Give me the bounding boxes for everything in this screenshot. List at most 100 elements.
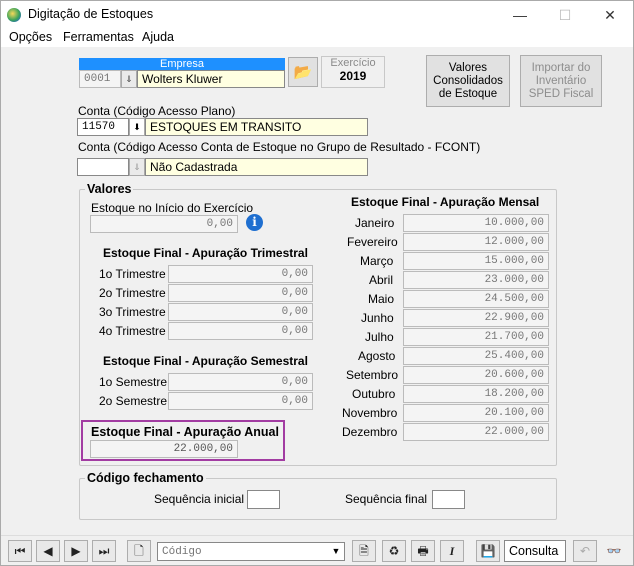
valores-consolidados-button[interactable]: Valores Consolidados de Estoque (426, 55, 510, 107)
semestre-2-field[interactable]: 0,00 (168, 392, 313, 410)
conta-label: Conta (Código Acesso Plano) (78, 104, 236, 118)
menu-ferramentas[interactable]: Ferramentas (63, 30, 134, 44)
dezembro-label: Dezembro (342, 425, 398, 439)
conta-fcont-lookup-button[interactable]: ⇓ (129, 158, 145, 176)
janeiro-field[interactable]: 10.000,00 (403, 214, 549, 232)
agosto-label: Agosto (358, 349, 396, 363)
print-icon[interactable]: 🖶 (411, 540, 435, 562)
maio-label: Maio (368, 292, 395, 306)
novembro-field[interactable]: 20.100,00 (403, 404, 549, 422)
folder-open-icon: 📂 (293, 63, 313, 81)
exercicio-label: Exercício (330, 57, 376, 69)
setembro-label: Setembro (346, 368, 399, 382)
minimize-button[interactable]: — (497, 1, 543, 29)
binoculars-icon[interactable]: 👓 (602, 540, 626, 562)
previous-record-icon[interactable]: ◀ (36, 540, 60, 562)
close-button[interactable]: ✕ (587, 1, 633, 29)
info-icon[interactable]: i (246, 214, 263, 231)
menu-ajuda[interactable]: Ajuda (142, 30, 174, 44)
fechamento-group-title: Código fechamento (85, 471, 206, 485)
marco-label: Março (360, 254, 394, 268)
outubro-field[interactable]: 18.200,00 (403, 385, 549, 403)
janeiro-label: Janeiro (355, 216, 395, 230)
recycle-icon[interactable]: ♻ (382, 540, 406, 562)
semestre-2-label: 2o Semestre (99, 394, 168, 408)
conta-fcont-name-field[interactable]: Não Cadastrada (145, 158, 368, 176)
dezembro-field[interactable]: 22.000,00 (403, 423, 549, 441)
empresa-name-field[interactable]: Wolters Kluwer (137, 70, 285, 88)
conta-code-field[interactable]: 11570 (77, 118, 129, 136)
save-icon[interactable]: 💾 (476, 540, 500, 562)
importar-line3: SPED Fiscal (528, 87, 594, 100)
fevereiro-label: Fevereiro (347, 235, 398, 249)
semestral-title: Estoque Final - Apuração Semestral (103, 354, 308, 368)
sequencia-final-label: Sequência final (345, 492, 428, 506)
italic-tool-icon[interactable]: I (440, 540, 464, 562)
last-record-icon[interactable]: ⏭ (92, 540, 116, 562)
empresa-lookup-button[interactable]: ⇓ (121, 70, 137, 88)
undo-icon[interactable]: ↶ (573, 540, 597, 562)
conta-lookup-button[interactable]: ⬇ (129, 118, 145, 136)
new-document-icon[interactable]: 🗋 (127, 540, 151, 562)
trimestre-3-field[interactable]: 0,00 (168, 303, 313, 321)
abril-field[interactable]: 23.000,00 (403, 271, 549, 289)
first-record-icon[interactable]: ⏮ (8, 540, 32, 562)
chevron-down-icon[interactable]: ▼ (328, 543, 344, 560)
anual-title: Estoque Final - Apuração Anual (91, 425, 279, 439)
menu-bar: Opções Ferramentas Ajuda (1, 29, 633, 47)
trimestre-1-label: 1o Trimestre (99, 267, 166, 281)
trimestral-title: Estoque Final - Apuração Trimestral (103, 246, 308, 260)
sequencia-final-field[interactable] (432, 490, 465, 509)
valores-consolidados-line2: Consolidados (433, 74, 503, 87)
maio-field[interactable]: 24.500,00 (403, 290, 549, 308)
exercicio-box: Exercício 2019 (321, 56, 385, 88)
importar-sped-button[interactable]: Importar do Inventário SPED Fiscal (520, 55, 602, 107)
search-input[interactable] (160, 544, 326, 559)
trimestre-3-label: 3o Trimestre (99, 305, 166, 319)
report-icon[interactable]: 🗎 (352, 540, 376, 562)
junho-label: Junho (361, 311, 394, 325)
open-folder-button[interactable]: 📂 (288, 57, 318, 87)
abril-label: Abril (369, 273, 394, 287)
importar-line1: Importar do (531, 61, 591, 74)
inicio-exercicio-field[interactable]: 0,00 (90, 215, 238, 233)
agosto-field[interactable]: 25.400,00 (403, 347, 549, 365)
marco-field[interactable]: 15.000,00 (403, 252, 549, 270)
julho-label: Julho (365, 330, 394, 344)
valores-consolidados-line1: Valores (448, 61, 488, 74)
junho-field[interactable]: 22.900,00 (403, 309, 549, 327)
mensal-title: Estoque Final - Apuração Mensal (351, 195, 540, 209)
exercicio-value: 2019 (339, 69, 367, 83)
maximize-button[interactable]: ☐ (542, 1, 588, 29)
empresa-code-field[interactable]: 0001 (79, 70, 121, 88)
semestre-1-field[interactable]: 0,00 (168, 373, 313, 391)
fevereiro-field[interactable]: 12.000,00 (403, 233, 549, 251)
window-title: Digitação de Estoques (28, 7, 154, 21)
conta-fcont-code-field[interactable] (77, 158, 129, 176)
bottom-toolbar: ⏮ ◀ ▶ ⏭ 🗋 ▼ 🗎 ♻ 🖶 I 💾 Consulta ↶ 👓 (1, 535, 633, 565)
main-window: Digitação de Estoques — ☐ ✕ Opções Ferra… (0, 0, 634, 566)
setembro-field[interactable]: 20.600,00 (403, 366, 549, 384)
valores-group-title: Valores (85, 182, 134, 196)
status-mode: Consulta (504, 540, 566, 562)
julho-field[interactable]: 21.700,00 (403, 328, 549, 346)
outubro-label: Outubro (352, 387, 396, 401)
search-combo[interactable]: ▼ (157, 542, 345, 561)
valores-consolidados-line3: de Estoque (438, 87, 498, 100)
anual-field[interactable]: 22.000,00 (90, 440, 238, 458)
trimestre-2-label: 2o Trimestre (99, 286, 166, 300)
inicio-exercicio-label: Estoque no Início do Exercício (91, 201, 254, 215)
conta-fcont-label: Conta (Código Acesso Conta de Estoque no… (78, 140, 481, 154)
menu-opcoes[interactable]: Opções (9, 30, 52, 44)
trimestre-1-field[interactable]: 0,00 (168, 265, 313, 283)
sequencia-inicial-label: Sequência inicial (154, 492, 245, 506)
sequencia-inicial-field[interactable] (247, 490, 280, 509)
trimestre-4-field[interactable]: 0,00 (168, 322, 313, 340)
title-bar: Digitação de Estoques — ☐ ✕ (1, 1, 633, 29)
conta-name-field[interactable]: ESTOQUES EM TRANSITO (145, 118, 368, 136)
app-icon (7, 8, 21, 22)
semestre-1-label: 1o Semestre (99, 375, 168, 389)
trimestre-2-field[interactable]: 0,00 (168, 284, 313, 302)
next-record-icon[interactable]: ▶ (64, 540, 88, 562)
importar-line2: Inventário (535, 74, 587, 87)
